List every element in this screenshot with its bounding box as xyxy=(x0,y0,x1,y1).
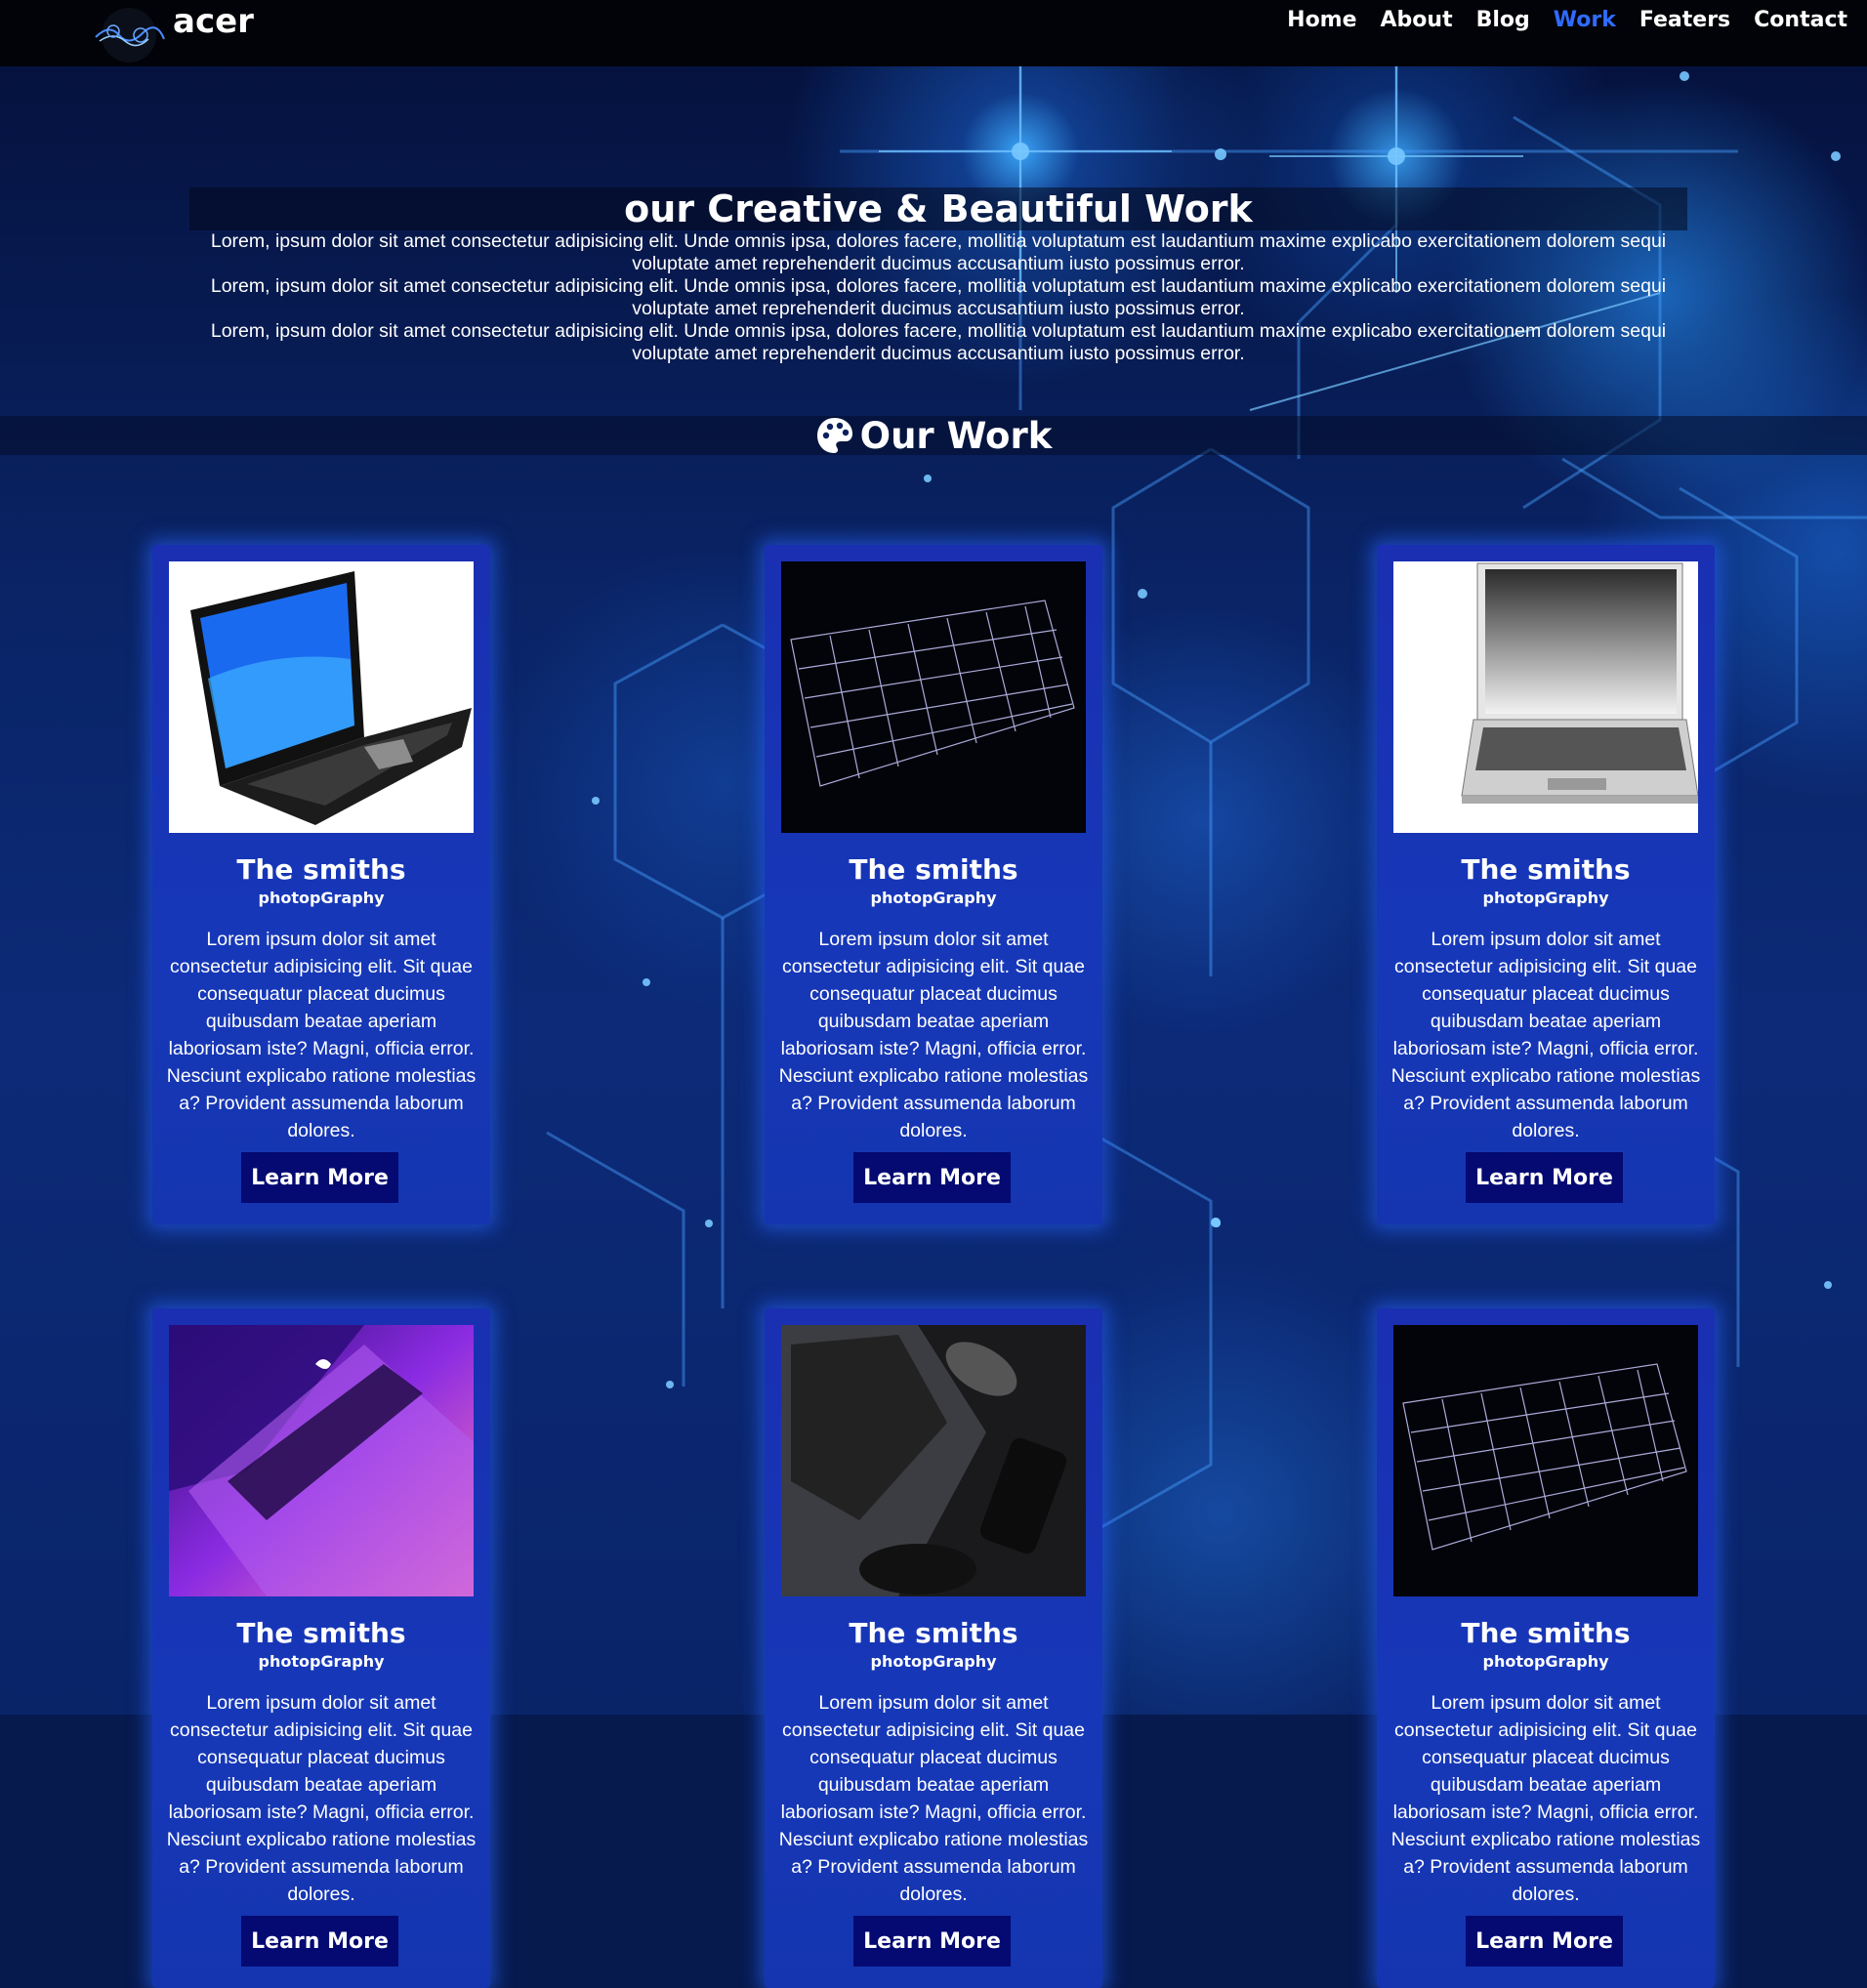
brand-name[interactable]: acer xyxy=(173,2,254,41)
learn-more-button[interactable]: Learn More xyxy=(853,1152,1011,1203)
card-description: Lorem ipsum dolor sit amet consectetur a… xyxy=(778,929,1089,1141)
card-subtitle: photopGraphy xyxy=(258,1652,385,1671)
card-description: Lorem ipsum dolor sit amet consectetur a… xyxy=(1390,929,1701,1141)
card-image-purple-laptop xyxy=(169,1325,474,1596)
card-subtitle: photopGraphy xyxy=(258,889,385,907)
nav-blog-link[interactable]: Blog xyxy=(1476,8,1530,32)
work-card: The smiths photopGraphy Lorem ipsum dolo… xyxy=(152,1308,490,1988)
nav-featers-link[interactable]: Featers xyxy=(1639,8,1730,32)
card-image-dark-desk-setup xyxy=(781,1325,1086,1596)
card-subtitle: photopGraphy xyxy=(870,1652,997,1671)
learn-more-button[interactable]: Learn More xyxy=(1466,1916,1623,1967)
card-description: Lorem ipsum dolor sit amet consectetur a… xyxy=(778,1692,1089,1905)
learn-more-button[interactable]: Learn More xyxy=(853,1916,1011,1967)
nav-work-link[interactable]: Work xyxy=(1554,8,1616,32)
nav-about-link[interactable]: About xyxy=(1381,8,1453,32)
card-description: Lorem ipsum dolor sit amet consectetur a… xyxy=(166,1692,477,1905)
hero-title: our Creative & Beautiful Work xyxy=(189,187,1687,230)
card-image-backlit-keyboard xyxy=(1393,1325,1698,1596)
learn-more-button[interactable]: Learn More xyxy=(1466,1152,1623,1203)
nav-contact-link[interactable]: Contact xyxy=(1754,8,1847,32)
card-image-silver-laptop xyxy=(1393,561,1698,833)
palette-icon xyxy=(816,418,852,453)
work-card: The smiths photopGraphy Lorem ipsum dolo… xyxy=(1377,1308,1715,1988)
nav-menu: Home About Blog Work Featers Contact xyxy=(1287,8,1847,32)
work-card: The smiths photopGraphy Lorem ipsum dolo… xyxy=(765,1308,1102,1988)
section-title: Our Work xyxy=(815,414,1053,457)
card-description: Lorem ipsum dolor sit amet consectetur a… xyxy=(166,929,477,1141)
work-card: The smiths photopGraphy Lorem ipsum dolo… xyxy=(152,545,490,1224)
learn-more-button[interactable]: Learn More xyxy=(241,1916,398,1967)
card-image-laptop-blue-screen xyxy=(169,561,474,833)
card-subtitle: photopGraphy xyxy=(870,889,997,907)
card-title: The smiths xyxy=(849,1617,1018,1649)
top-navbar: acer Home About Blog Work Featers Contac… xyxy=(0,0,1867,66)
card-subtitle: photopGraphy xyxy=(1482,889,1609,907)
card-description: Lorem ipsum dolor sit amet consectetur a… xyxy=(1390,1692,1701,1905)
hero-section: our Creative & Beautiful Work Lorem, ips… xyxy=(189,187,1687,365)
card-title: The smiths xyxy=(1461,1617,1631,1649)
card-title: The smiths xyxy=(236,1617,406,1649)
hero-paragraph: Lorem, ipsum dolor sit amet consectetur … xyxy=(210,320,1667,364)
card-title: The smiths xyxy=(849,853,1018,886)
work-card: The smiths photopGraphy Lorem ipsum dolo… xyxy=(1377,545,1715,1224)
hero-paragraph: Lorem, ipsum dolor sit amet consectetur … xyxy=(210,275,1667,319)
nav-home-link[interactable]: Home xyxy=(1287,8,1356,32)
hero-paragraph: Lorem, ipsum dolor sit amet consectetur … xyxy=(210,230,1667,274)
learn-more-button[interactable]: Learn More xyxy=(241,1152,398,1203)
section-title-text: Our Work xyxy=(859,414,1053,457)
card-image-backlit-keyboard xyxy=(781,561,1086,833)
card-subtitle: photopGraphy xyxy=(1482,1652,1609,1671)
work-card: The smiths photopGraphy Lorem ipsum dolo… xyxy=(765,545,1102,1224)
acer-logo-icon[interactable] xyxy=(90,6,168,62)
hero-paragraphs: Lorem, ipsum dolor sit amet consectetur … xyxy=(189,230,1687,365)
card-title: The smiths xyxy=(1461,853,1631,886)
our-work-header: Our Work xyxy=(0,414,1867,457)
card-title: The smiths xyxy=(236,853,406,886)
